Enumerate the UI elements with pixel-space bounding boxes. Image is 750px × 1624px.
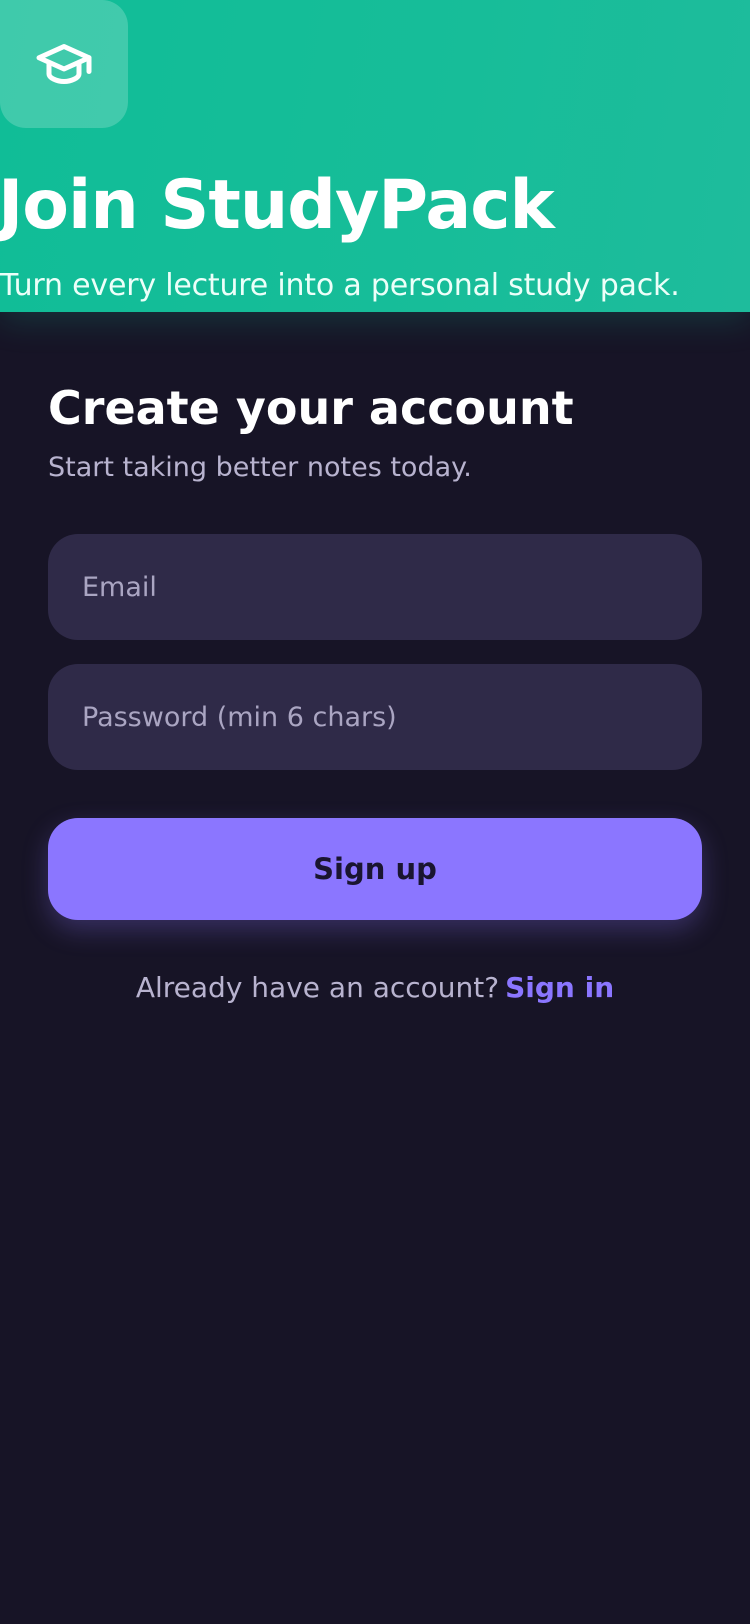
form-subtitle: Start taking better notes today. xyxy=(48,452,472,483)
hero-banner: Join StudyPack Turn every lecture into a… xyxy=(0,0,750,312)
hero-subtitle: Turn every lecture into a personal study… xyxy=(0,268,680,303)
signup-button[interactable]: Sign up xyxy=(48,818,702,920)
signin-link[interactable]: Sign in xyxy=(505,971,614,1004)
form-title: Create your account xyxy=(48,381,574,435)
signin-prompt: Already have an account? Sign in xyxy=(0,968,750,1008)
app-logo xyxy=(0,0,128,128)
hero-title: Join StudyPack xyxy=(0,166,555,245)
graduation-cap-icon xyxy=(36,44,92,84)
password-field[interactable] xyxy=(48,664,702,770)
signin-prompt-text: Already have an account? xyxy=(135,971,500,1004)
email-field[interactable] xyxy=(48,534,702,640)
